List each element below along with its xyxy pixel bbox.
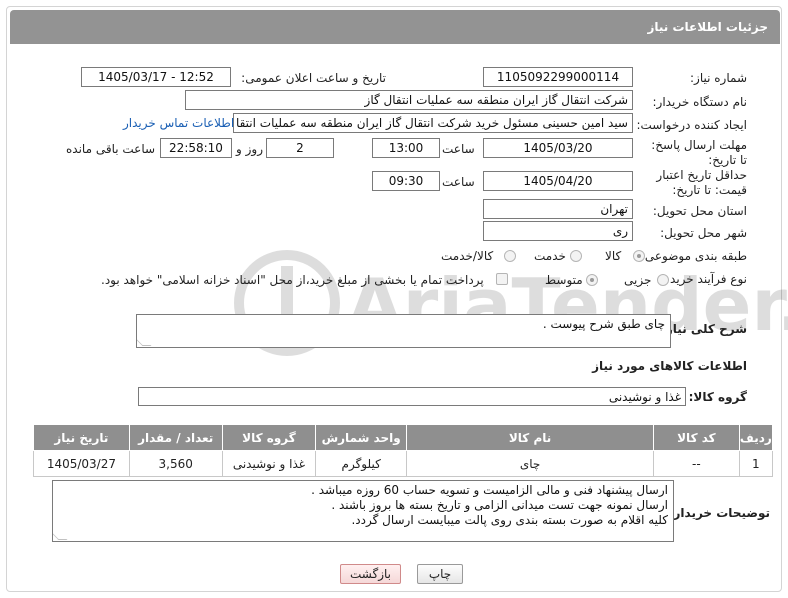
- category-radio-goods-service[interactable]: [504, 250, 516, 262]
- category-service-label: خدمت: [534, 249, 566, 263]
- category-radio-service[interactable]: [570, 250, 582, 262]
- process-label: نوع فرآیند خرید :: [662, 272, 747, 286]
- price-time-label: ساعت: [442, 175, 475, 189]
- column-header-row: ردیف: [738, 424, 774, 451]
- goods-section-title: اطلاعات کالاهای مورد نیاز: [592, 359, 747, 373]
- column-header-unit: واحد شمارش: [315, 424, 408, 451]
- cell-row-number: 1: [738, 450, 774, 477]
- price-time-field[interactable]: 09:30: [372, 171, 440, 191]
- need-number-label: شماره نیاز:: [690, 71, 747, 85]
- resize-handle-icon[interactable]: [53, 531, 68, 540]
- city-field[interactable]: ری: [483, 221, 633, 241]
- treasury-payment-checkbox[interactable]: [496, 273, 508, 285]
- cell-need-date: 1405/03/27: [33, 450, 130, 477]
- category-radio-goods[interactable]: [633, 250, 645, 262]
- buyer-contact-link[interactable]: اطلاعات تماس خریدار: [123, 116, 234, 130]
- requester-field[interactable]: سید امین حسینی مسئول خرید شرکت انتقال گا…: [233, 113, 633, 133]
- reply-time-label: ساعت: [442, 142, 475, 156]
- buyer-notes-textarea[interactable]: ارسال پیشنهاد فنی و مالی الزامیست و تسوی…: [52, 480, 674, 542]
- buyer-org-field[interactable]: شرکت انتقال گاز ایران منطقه سه عملیات ان…: [185, 90, 633, 110]
- cell-group: غذا و نوشیدنی: [221, 450, 317, 477]
- reply-deadline-label: مهلت ارسال پاسخ: تا تاریخ:: [651, 138, 747, 167]
- reply-time-field[interactable]: 13:00: [372, 138, 440, 158]
- buyer-notes-label: توضیحات خریدار:: [668, 506, 770, 520]
- table-row[interactable]: 1 -- چای کیلوگرم غذا و نوشیدنی 3,560 140…: [33, 450, 774, 477]
- days-label: روز و: [236, 142, 263, 156]
- buyer-note-line-2: ارسال نمونه جهت تست میدانی الزامی و تاری…: [331, 498, 668, 512]
- goods-table-header: ردیف کد کالا نام کالا واحد شمارش گروه کا…: [33, 424, 774, 451]
- process-minor-label: جزیی: [624, 273, 652, 287]
- remaining-time-label: ساعت باقی مانده: [66, 142, 156, 156]
- announce-datetime-field[interactable]: 1405/03/17 - 12:52: [81, 67, 231, 87]
- need-number-field[interactable]: 1105092299000114: [483, 67, 633, 87]
- province-field[interactable]: تهران: [483, 199, 633, 219]
- back-button[interactable]: بازگشت: [340, 564, 401, 584]
- category-goods-service-label: کالا/خدمت: [441, 249, 494, 263]
- description-label: شرح کلی نیاز:: [661, 322, 747, 336]
- column-header-need-date: تاریخ نیاز: [33, 424, 130, 451]
- buyer-note-line-3: کلیه اقلام به صورت بسته بندی روی پالت می…: [351, 513, 668, 527]
- column-header-code: کد کالا: [653, 424, 740, 451]
- cell-code: --: [653, 450, 740, 477]
- resize-handle-icon[interactable]: [137, 337, 152, 346]
- description-text: چای طبق شرح پیوست .: [542, 317, 665, 331]
- category-goods-label: کالا: [605, 249, 622, 263]
- goods-table: ردیف کد کالا نام کالا واحد شمارش گروه کا…: [33, 424, 774, 477]
- process-medium-label: متوسط: [545, 273, 583, 287]
- announce-label: تاریخ و ساعت اعلان عمومی:: [241, 71, 386, 85]
- province-label: استان محل تحویل:: [652, 204, 747, 218]
- column-header-name: نام کالا: [406, 424, 655, 451]
- goods-group-label: گروه کالا:: [688, 390, 747, 404]
- buyer-org-label: نام دستگاه خریدار:: [652, 95, 748, 109]
- reply-date-field[interactable]: 1405/03/20: [483, 138, 633, 158]
- remaining-time-field[interactable]: 22:58:10: [160, 138, 232, 158]
- requester-label: ایجاد کننده درخواست:: [636, 118, 747, 132]
- cell-name: چای: [406, 450, 655, 477]
- column-header-group: گروه کالا: [221, 424, 317, 451]
- process-radio-minor[interactable]: [657, 274, 669, 286]
- treasury-payment-note: پرداخت تمام یا بخشی از مبلغ خرید،از محل …: [101, 273, 484, 287]
- print-button[interactable]: چاپ: [417, 564, 463, 584]
- goods-group-field[interactable]: غذا و نوشیدنی: [138, 387, 686, 406]
- panel-header: جزئیات اطلاعات نیاز: [10, 10, 780, 44]
- price-date-field[interactable]: 1405/04/20: [483, 171, 633, 191]
- description-textarea[interactable]: چای طبق شرح پیوست .: [136, 314, 671, 348]
- process-radio-medium[interactable]: [586, 274, 598, 286]
- price-deadline-label: حداقل تاریخ اعتبار قیمت: تا تاریخ:: [656, 168, 747, 197]
- buyer-note-line-1: ارسال پیشنهاد فنی و مالی الزامیست و تسوی…: [311, 483, 668, 497]
- city-label: شهر محل تحویل:: [660, 226, 747, 240]
- cell-unit: کیلوگرم: [315, 450, 408, 477]
- page-title: جزئیات اطلاعات نیاز: [647, 20, 768, 34]
- category-label: طبقه بندی موضوعی:: [640, 249, 747, 263]
- column-header-quantity: تعداد / مقدار: [128, 424, 223, 451]
- remaining-days-field[interactable]: 2: [266, 138, 334, 158]
- cell-quantity: 3,560: [128, 450, 223, 477]
